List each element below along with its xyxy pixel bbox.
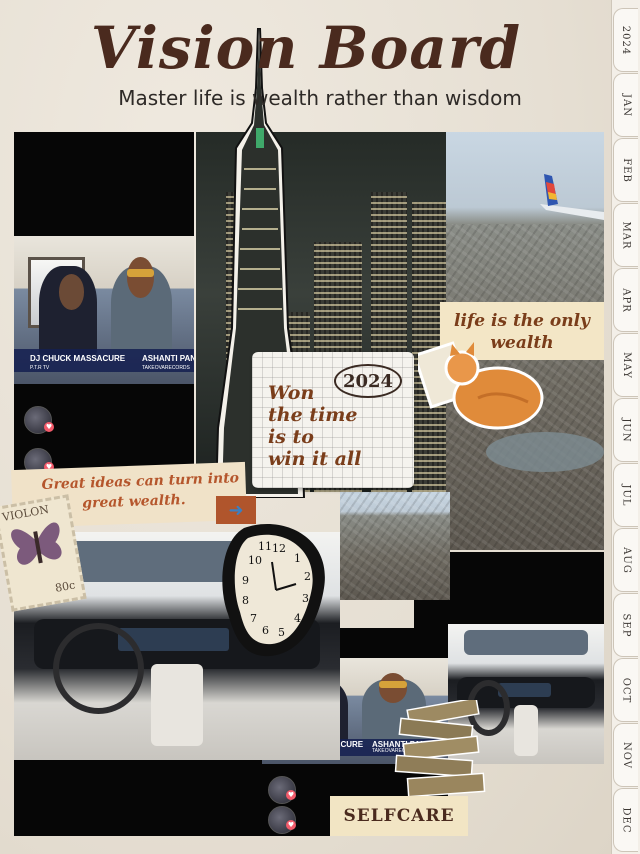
tab-label: FEB [620, 157, 632, 183]
tab-jul[interactable]: JUL [613, 463, 638, 527]
won-line-1: Won [268, 382, 315, 404]
svg-text:12: 12 [272, 542, 286, 555]
tab-label: MAY [620, 351, 632, 379]
airplane-wing [540, 174, 604, 220]
center-console [513, 705, 539, 756]
host-head [59, 274, 85, 310]
sunglasses [127, 268, 155, 278]
tab-label: NOV [620, 741, 632, 769]
tab-oct[interactable]: OCT [613, 658, 638, 722]
tab-jun[interactable]: JUN [613, 398, 638, 462]
svg-text:9: 9 [242, 574, 249, 587]
host-sub: P.T.R TV [30, 364, 50, 371]
svg-text:7: 7 [250, 612, 257, 625]
tab-mar[interactable]: MAR [613, 203, 638, 267]
tab-label: SEP [620, 613, 632, 637]
guest-sub: TAKEOVARECORDS [142, 364, 190, 371]
page-subtitle: Master life is wealth rather than wisdom [118, 86, 522, 110]
cat-sticker [418, 341, 544, 430]
svg-text:2: 2 [304, 570, 311, 583]
tab-2024[interactable]: 2024 [613, 8, 638, 72]
sunroof [463, 629, 589, 655]
svg-text:11: 11 [258, 540, 272, 553]
selfcare-label: SELFCARE [330, 796, 468, 836]
tab-may[interactable]: MAY [613, 333, 638, 397]
svg-text:6: 6 [262, 624, 269, 637]
won-line-2: the time [268, 404, 358, 426]
tab-sep[interactable]: SEP [613, 593, 638, 657]
ideas-line-2: great wealth. [81, 492, 186, 512]
melting-clock-icon: 12 12 345 678 9 1011 [222, 524, 325, 657]
tab-label: JUN [620, 417, 632, 443]
podcast-still-top: DJ CHUCK MASSACURE P.T.R TV ASHANTI PAN … [14, 236, 194, 384]
svg-text:5: 5 [278, 626, 285, 639]
sunglasses [379, 681, 408, 688]
city-grid [340, 492, 450, 600]
tab-label: APR [620, 287, 632, 313]
tab-feb[interactable]: FEB [613, 138, 638, 202]
host-name: DJ CHUCK MASSACURE [30, 354, 126, 364]
center-console [150, 664, 204, 747]
stamp-value: 80c [54, 578, 77, 595]
heart-icon[interactable]: ♥ [286, 820, 296, 830]
won-line-3: is to [268, 426, 314, 448]
tab-dec[interactable]: DEC [613, 788, 638, 852]
heart-icon[interactable]: ♥ [286, 790, 296, 800]
tab-label: MAR [620, 221, 632, 249]
svg-text:10: 10 [248, 554, 262, 567]
svg-text:8: 8 [242, 594, 249, 607]
river [486, 432, 604, 472]
won-line-4: win it all [268, 448, 362, 470]
tab-aug[interactable]: AUG [613, 528, 638, 592]
guest-name: ASHANTI PAN [142, 354, 194, 364]
tab-apr[interactable]: APR [613, 268, 638, 332]
year-badge: 2024 [334, 364, 402, 398]
svg-text:1: 1 [294, 552, 301, 565]
steering-wheel [53, 623, 145, 715]
grid-note: 2024 Won the time is to win it all [252, 352, 414, 488]
heart-icon[interactable]: ♥ [44, 422, 54, 432]
ideas-line-1: Great ideas can turn into [41, 470, 240, 494]
tab-nov[interactable]: NOV [613, 723, 638, 787]
money-stack-icon [394, 700, 486, 798]
tab-label: JUL [620, 483, 632, 507]
month-tabs: 2024 JAN FEB MAR APR MAY JUN JUL AUG SEP… [611, 0, 640, 854]
svg-text:4: 4 [294, 612, 301, 625]
aerial-city-photo-lower [340, 492, 450, 600]
tab-label: DEC [620, 807, 632, 833]
black-panel-bottom-left [14, 760, 264, 836]
tab-label: OCT [620, 677, 632, 703]
svg-text:3: 3 [302, 592, 309, 605]
page-title: Vision Board [90, 14, 522, 82]
tab-label: AUG [620, 546, 632, 574]
tab-label: 2024 [620, 25, 632, 55]
